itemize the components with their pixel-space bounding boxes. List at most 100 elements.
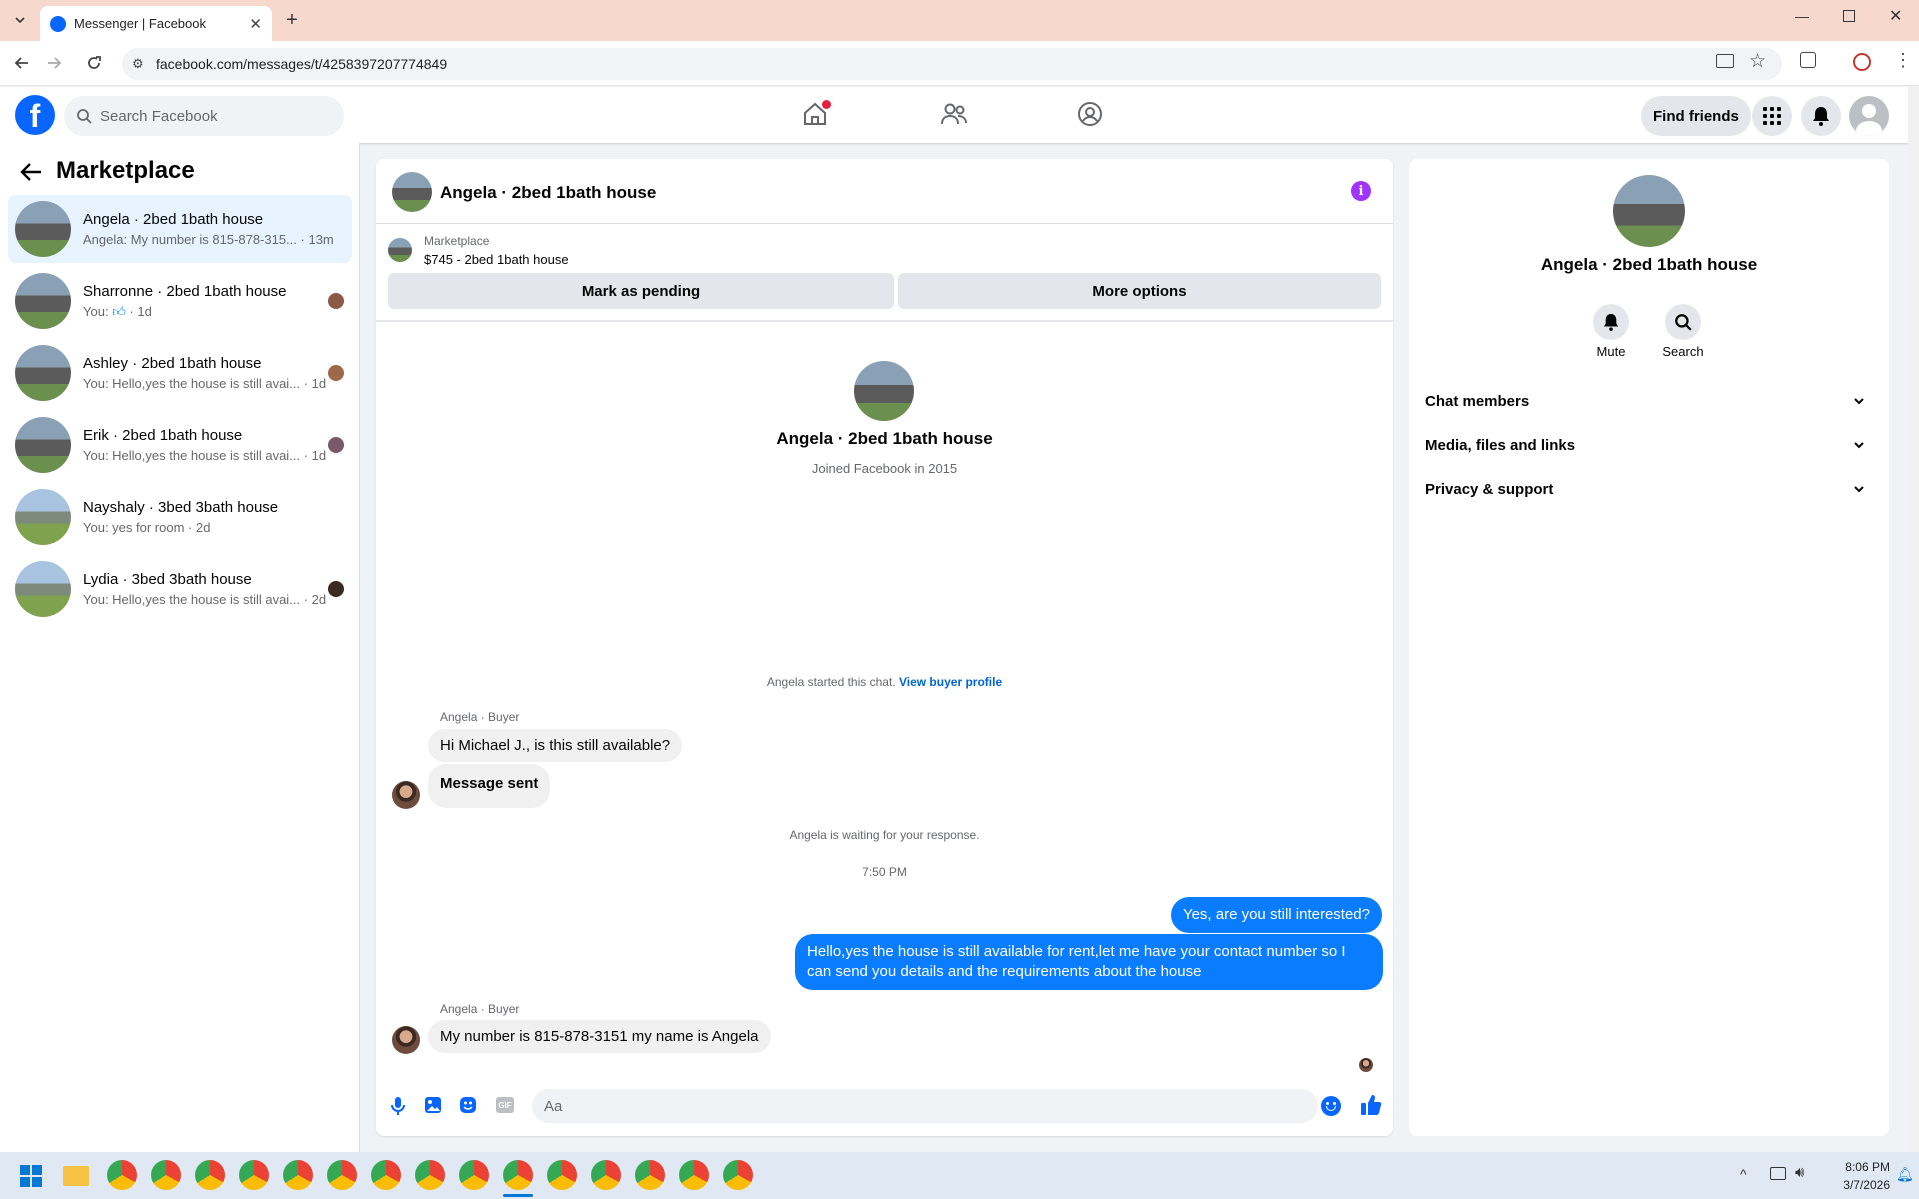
thumbs-up-icon: 👍︎ [112, 303, 126, 319]
maximize-icon[interactable] [1843, 10, 1855, 22]
tab-close-icon[interactable]: ✕ [249, 15, 262, 33]
forward-icon[interactable] [40, 49, 68, 77]
chrome-app-icon[interactable] [459, 1160, 489, 1190]
tray-overflow-icon[interactable]: ^ [1740, 1166, 1747, 1182]
conversation-item[interactable]: Erik · 2bed 1bath house You: Hello,yes t… [8, 411, 352, 479]
chrome-app-icon[interactable] [547, 1160, 577, 1190]
profile-icon[interactable] [1853, 53, 1871, 71]
network-icon[interactable] [1770, 1167, 1786, 1180]
mute-button[interactable] [1593, 304, 1629, 340]
install-app-icon[interactable] [1716, 54, 1734, 68]
mark-as-pending-button[interactable]: Mark as pending [388, 273, 894, 309]
facebook-logo[interactable]: f [15, 95, 55, 135]
back-arrow-icon[interactable] [19, 161, 43, 183]
site-info-icon[interactable]: ⚙ [132, 56, 144, 72]
message-bubble[interactable]: Message sent [428, 764, 551, 808]
chrome-app-icon[interactable] [635, 1160, 665, 1190]
chat-avatar[interactable] [392, 172, 432, 212]
groups-icon[interactable] [1077, 101, 1103, 127]
joined-text: Joined Facebook in 2015 [811, 461, 958, 476]
chat-title[interactable]: Angela · 2bed 1bath house [440, 183, 656, 203]
chrome-app-icon[interactable] [151, 1160, 181, 1190]
chrome-app-icon[interactable] [503, 1160, 533, 1190]
friends-icon[interactable] [940, 101, 968, 127]
sender-avatar[interactable] [392, 781, 420, 809]
url-field[interactable]: ⚙ facebook.com/messages/t/42583972077748… [122, 48, 1782, 80]
view-buyer-profile-link[interactable]: View buyer profile [899, 675, 1002, 689]
chevron-down-icon [1854, 486, 1864, 493]
tab-title: Messenger | Facebook [74, 16, 206, 31]
chrome-app-icon[interactable] [195, 1160, 225, 1190]
chrome-app-icon[interactable] [591, 1160, 621, 1190]
bookmark-star-icon[interactable]: ☆ [1749, 50, 1766, 73]
search-icon [1675, 314, 1692, 331]
reload-icon[interactable] [80, 49, 108, 77]
page-scrollbar[interactable] [1908, 87, 1919, 1152]
listing-title[interactable]: $745 - 2bed 1bath house [424, 252, 569, 267]
more-options-button[interactable]: More options [898, 273, 1381, 309]
message-bubble[interactable]: Hi Michael J., is this still available? [428, 729, 683, 762]
details-avatar[interactable] [1613, 175, 1685, 247]
message-input[interactable]: Aa [532, 1089, 1318, 1123]
chat-members-section[interactable]: Chat members [1425, 383, 1873, 419]
sent-message-bubble[interactable]: Yes, are you still interested? [1170, 897, 1382, 933]
like-thumbs-up-icon[interactable] [1360, 1094, 1382, 1116]
search-label: Search [1662, 344, 1704, 359]
extensions-icon[interactable] [1800, 52, 1816, 68]
chat-details-panel [1409, 159, 1889, 1136]
chrome-app-icon[interactable] [371, 1160, 401, 1190]
conversation-item[interactable]: Ashley · 2bed 1bath house You: Hello,yes… [8, 339, 352, 407]
gif-icon[interactable]: GIF [496, 1097, 514, 1113]
chrome-app-icon[interactable] [679, 1160, 709, 1190]
new-tab-icon[interactable]: + [278, 6, 306, 34]
microphone-icon[interactable] [389, 1096, 407, 1116]
chrome-app-icon[interactable] [415, 1160, 445, 1190]
message-bubble[interactable]: My number is 815-878-3151 my name is Ang… [428, 1020, 771, 1053]
back-icon[interactable] [8, 49, 36, 77]
file-explorer-icon[interactable] [63, 1166, 89, 1186]
account-avatar[interactable] [1849, 96, 1889, 136]
chrome-app-icon[interactable] [239, 1160, 269, 1190]
chat-started-text: Angela started this chat. [766, 675, 896, 689]
clock-time[interactable]: 8:06 PM [1820, 1160, 1890, 1174]
media-files-links-section[interactable]: Media, files and links [1425, 427, 1873, 463]
search-input[interactable]: Search Facebook [64, 96, 344, 136]
conversation-time: · 1d [303, 448, 327, 463]
notification-bell-icon[interactable]: 🔔︎ [1896, 1166, 1914, 1183]
conversation-item[interactable]: Nayshaly · 3bed 3bath house You: yes for… [8, 483, 352, 551]
profile-avatar[interactable] [854, 361, 914, 421]
chrome-app-icon[interactable] [327, 1160, 357, 1190]
windows-start-icon[interactable] [20, 1165, 42, 1187]
window-close-icon[interactable]: ✕ [1889, 6, 1902, 26]
conversation-preview: You: Hello,yes the house is still avai..… [83, 448, 301, 463]
photo-icon[interactable] [424, 1096, 442, 1114]
message-input-placeholder: Aa [544, 1097, 563, 1115]
listing-thumbnail[interactable] [388, 238, 412, 262]
notifications-bell-icon[interactable] [1801, 96, 1841, 136]
conversation-item[interactable]: Lydia · 3bed 3bath house You: Hello,yes … [8, 555, 352, 623]
conversation-item[interactable]: Sharronne · 2bed 1bath house You: 👍︎ · 1… [8, 267, 352, 335]
divider [376, 320, 1393, 322]
menu-grid-icon[interactable] [1752, 96, 1792, 136]
emoji-icon[interactable] [1321, 1096, 1341, 1116]
search-conversation-button[interactable] [1665, 304, 1701, 340]
conversation-name: Ashley · 2bed 1bath house [83, 355, 262, 372]
chrome-app-icon[interactable] [723, 1160, 753, 1190]
conversation-preview: Angela: My number is 815-878-315... [83, 232, 297, 247]
conversation-item[interactable]: Angela · 2bed 1bath house Angela: My num… [8, 195, 352, 263]
browser-menu-icon[interactable]: ⋮ [1894, 50, 1912, 71]
chrome-app-icon[interactable] [283, 1160, 313, 1190]
sent-message-bubble[interactable]: Hello,yes the house is still available f… [795, 934, 1383, 990]
privacy-support-section[interactable]: Privacy & support [1425, 471, 1873, 507]
sticker-icon[interactable] [459, 1096, 477, 1114]
info-icon[interactable]: i [1351, 181, 1371, 201]
browser-tab[interactable]: Messenger | Facebook ✕ [40, 6, 272, 41]
tab-list-icon[interactable] [6, 6, 34, 34]
volume-icon[interactable]: 🔊︎ [1795, 1164, 1804, 1181]
sender-avatar[interactable] [392, 1026, 420, 1054]
seen-avatar [328, 365, 344, 381]
chrome-app-icon[interactable] [107, 1160, 137, 1190]
clock-date[interactable]: 3/7/2026 [1820, 1178, 1890, 1192]
minimize-icon[interactable]: — [1795, 8, 1809, 24]
find-friends-button[interactable]: Find friends [1641, 96, 1751, 136]
